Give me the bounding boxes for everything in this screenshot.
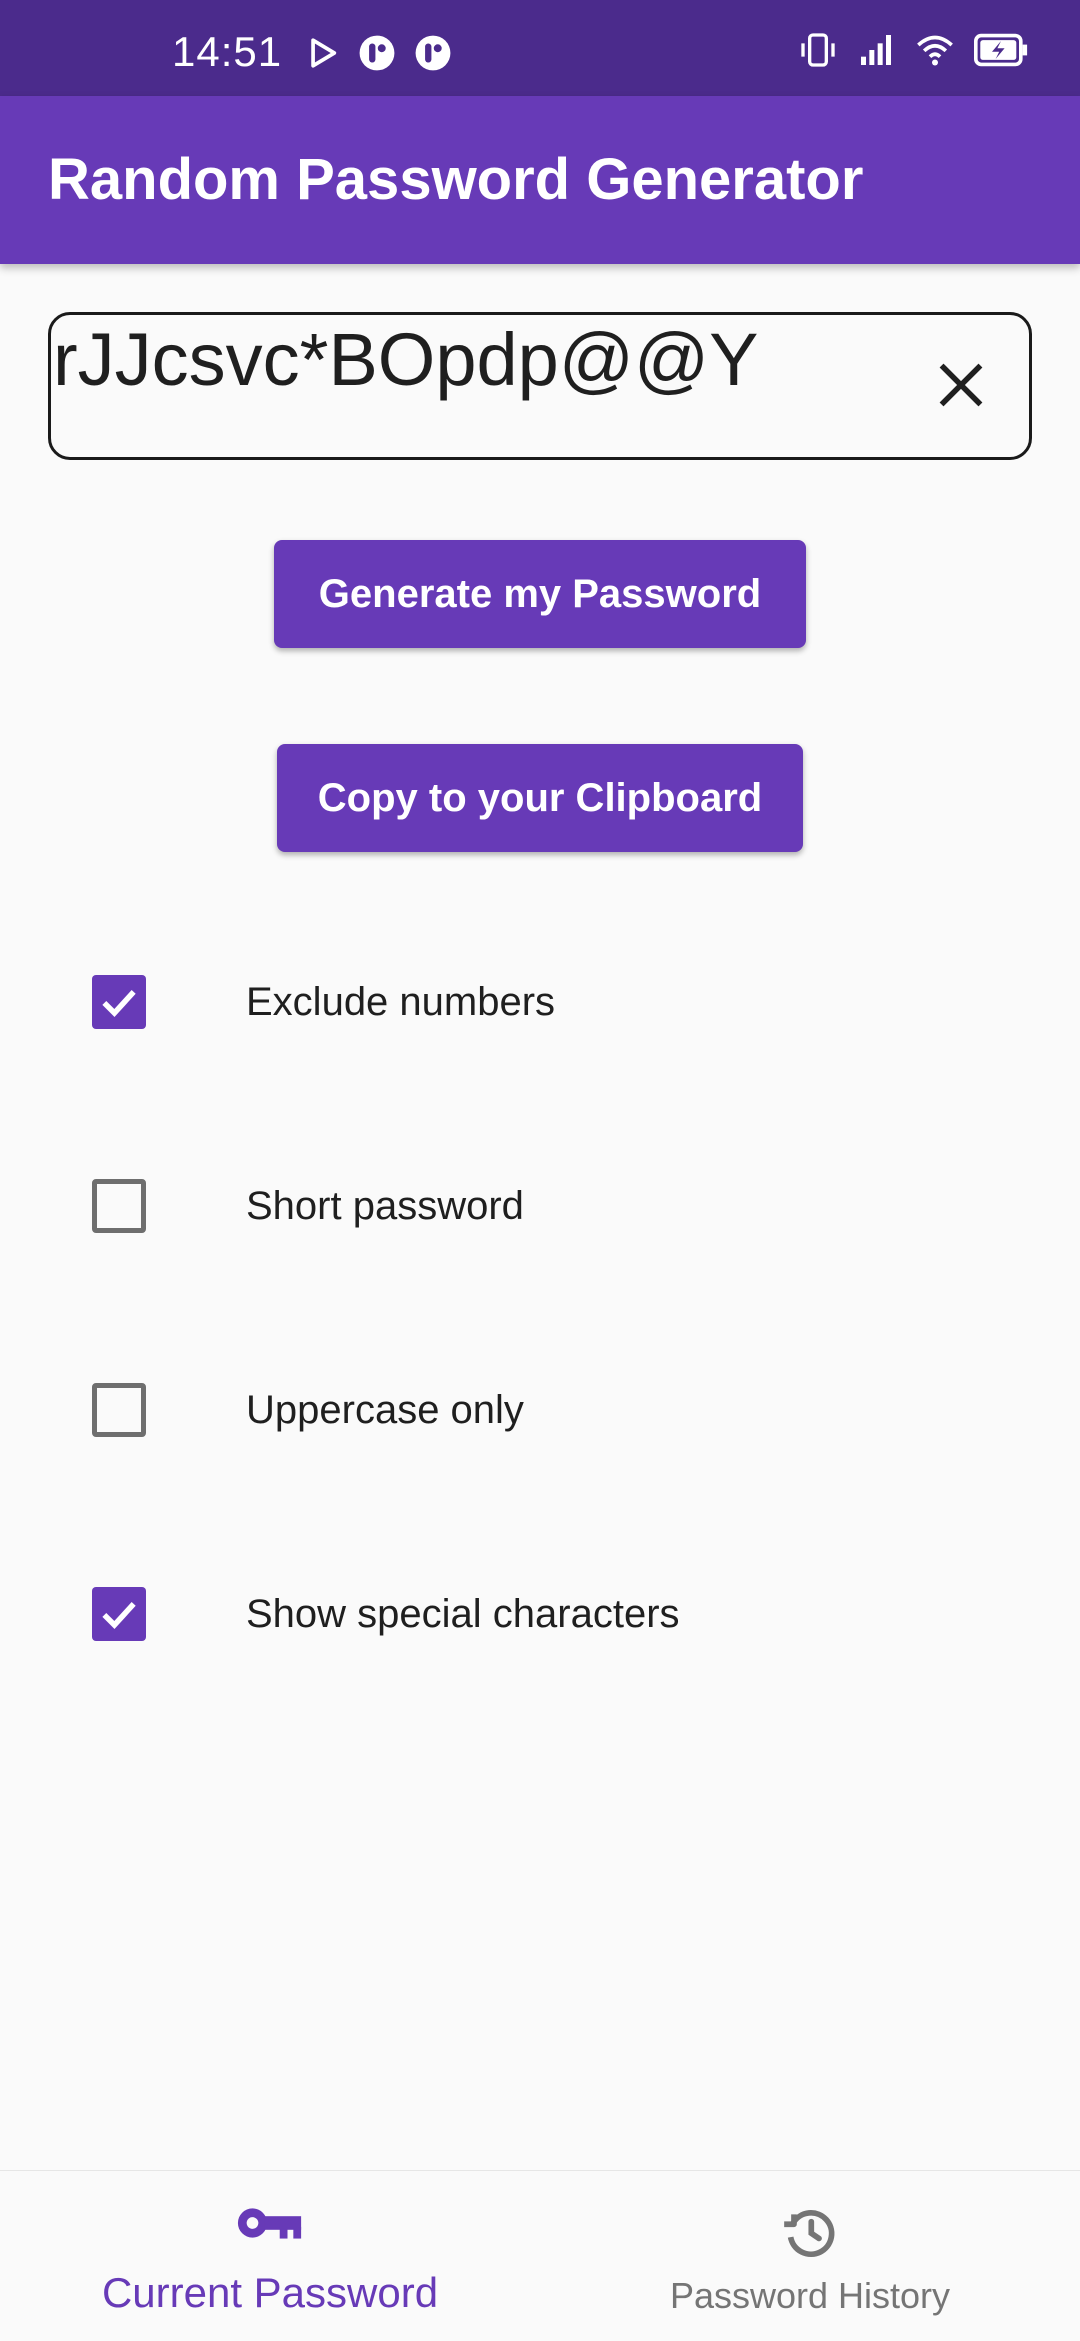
close-icon [939,363,983,407]
option-label: Show special characters [246,1591,680,1636]
option-exclude-numbers[interactable]: Exclude numbers [92,972,992,1032]
checkmark-icon [102,990,136,1017]
password-field[interactable]: rJJcsvc*BOpdp@@Y [48,312,1032,460]
history-icon [784,2210,835,2258]
status-bar: 14:51 [0,0,1080,96]
option-uppercase-only[interactable]: Uppercase only [92,1380,992,1440]
play-store-icon [311,38,337,68]
nav-current-password-label: Current Password [101,2269,439,2316]
checkbox-show-special-characters[interactable] [92,1587,146,1641]
key-icon [237,2208,302,2239]
notification-icon [415,35,451,71]
status-right-icons [798,30,1028,70]
checkbox-short-password[interactable] [92,1179,146,1233]
copy-clipboard-label: Copy to your Clipboard [317,775,763,820]
checkbox-exclude-numbers[interactable] [92,975,146,1029]
option-short-password[interactable]: Short password [92,1176,992,1236]
checkmark-icon [102,1602,136,1629]
copy-clipboard-button[interactable]: Copy to your Clipboard [277,744,803,852]
option-label: Short password [246,1183,524,1228]
status-left-icons [306,34,452,72]
signal-icon [861,35,891,65]
status-time: 14:51 [172,28,283,75]
notification-icon [359,35,395,71]
vibrate-icon [801,33,835,67]
clear-button[interactable] [931,355,991,415]
generate-password-button[interactable]: Generate my Password [274,540,806,648]
wifi-icon [917,35,953,66]
password-value[interactable]: rJJcsvc*BOpdp@@Y [53,317,758,402]
checkbox-uppercase-only[interactable] [92,1383,146,1437]
option-show-special-characters[interactable]: Show special characters [92,1584,992,1644]
nav-password-history[interactable]: Password History [540,2171,1080,2341]
option-label: Uppercase only [246,1387,524,1432]
bottom-navigation: Current Password Password History [0,2170,1080,2340]
nav-password-history-label: Password History [669,2275,951,2316]
app-bar: Random Password Generator [0,96,1080,264]
generate-password-label: Generate my Password [318,571,762,616]
battery-charging-icon [974,33,1028,67]
nav-current-password[interactable]: Current Password [0,2171,540,2341]
option-label: Exclude numbers [246,979,556,1024]
page-title: Random Password Generator [48,147,864,212]
